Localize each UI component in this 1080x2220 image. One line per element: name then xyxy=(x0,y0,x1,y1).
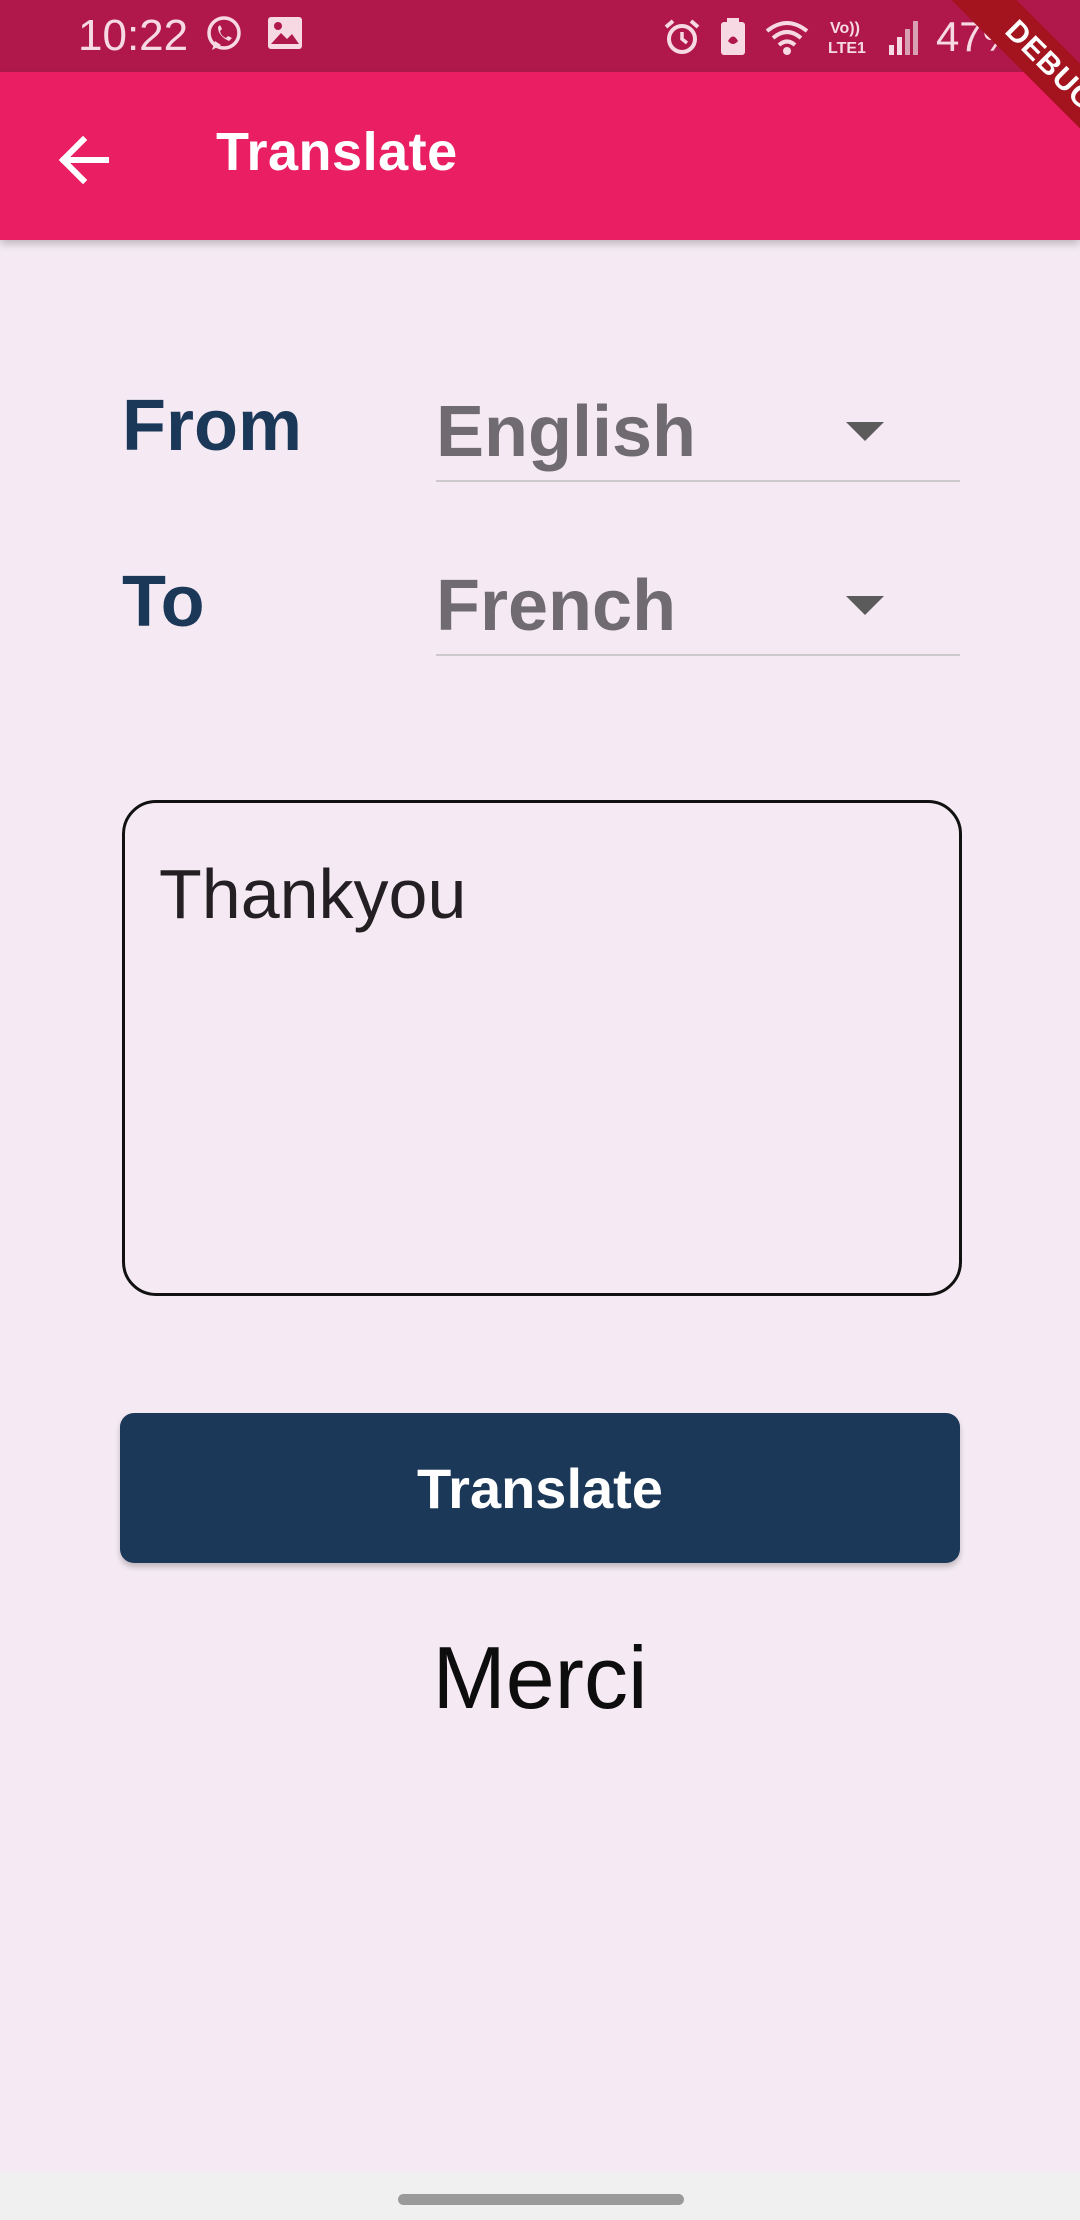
caret-down-icon xyxy=(846,596,884,615)
from-language-dropdown[interactable]: English xyxy=(436,380,960,482)
volte-lte-icon: Vo)) LTE1 xyxy=(826,16,872,58)
svg-text:LTE1: LTE1 xyxy=(828,40,866,57)
page-title: Translate xyxy=(216,122,458,182)
to-language-value: French xyxy=(436,566,677,646)
caret-down-icon xyxy=(846,422,884,441)
status-right-group: Vo)) LTE1 47% xyxy=(662,10,1020,64)
translation-result: Merci xyxy=(432,1628,648,1727)
battery-percentage: 47% xyxy=(935,13,1020,60)
arrow-left-icon xyxy=(50,135,118,198)
image-icon xyxy=(266,14,304,54)
to-label: To xyxy=(122,562,205,642)
whatsapp-icon xyxy=(204,14,244,54)
from-language-value: English xyxy=(436,392,697,472)
from-label: From xyxy=(122,386,302,466)
status-time: 10:22 xyxy=(78,11,189,60)
app-bar: Translate xyxy=(0,72,1080,240)
svg-text:Vo)): Vo)) xyxy=(830,20,860,37)
system-navigation-bar xyxy=(0,2172,1080,2220)
home-indicator[interactable] xyxy=(398,2194,684,2205)
battery-saver-icon xyxy=(718,17,748,57)
status-left-icons xyxy=(204,14,304,54)
alarm-icon xyxy=(662,17,702,57)
signal-icon xyxy=(888,17,920,57)
source-text-input[interactable]: Thankyou xyxy=(122,800,962,1296)
status-bar: 10:22 Vo)) LTE1 47% xyxy=(0,0,1080,72)
wifi-icon xyxy=(764,17,810,57)
translate-button[interactable]: Translate xyxy=(120,1413,960,1563)
back-button[interactable] xyxy=(50,126,118,194)
to-language-dropdown[interactable]: French xyxy=(436,554,960,656)
translate-button-label: Translate xyxy=(417,1457,663,1520)
source-text-value: Thankyou xyxy=(159,855,467,933)
